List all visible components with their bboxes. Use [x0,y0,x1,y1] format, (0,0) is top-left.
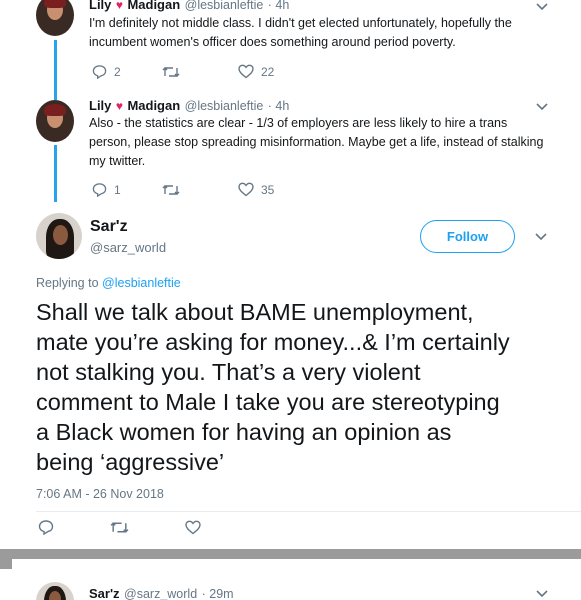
retweet-button[interactable] [110,520,185,535]
retweet-button[interactable] [162,183,238,197]
rose-icon: ♥ [115,99,123,113]
like-button[interactable]: 35 [238,182,274,197]
tweet-text-line: being ‘aggressive’ [36,449,225,475]
heart-icon [238,64,254,79]
like-button[interactable]: 22 [238,64,274,79]
tweet-1-text: I'm definitely not middle class. I didn'… [89,14,569,52]
retweet-icon [110,521,129,533]
chevron-down-icon[interactable] [535,587,549,600]
author-name-second[interactable]: Madigan [127,98,180,113]
reply-button[interactable]: 1 [92,182,162,197]
main-tweet-text: Shall we talk about BAME unemployment, m… [36,297,576,477]
tweet-text-line: I'm definitely not middle class. I didn'… [89,16,512,30]
replying-prefix: Replying to [36,276,99,290]
retweet-button[interactable] [162,65,238,79]
replying-to-link[interactable]: @lesbianleftie [102,276,181,290]
avatar-lily-2[interactable] [36,100,74,142]
chevron-down-icon[interactable] [534,230,548,244]
tweet-time[interactable]: · 4h [268,99,290,113]
heart-icon [238,182,254,197]
tweet-2-header: Lily ♥ Madigan @lesbianleftie · 4h [89,97,289,115]
main-author-name[interactable]: Sar'z [90,218,128,236]
tweet-text-line: my twitter. [89,154,146,168]
thread-line-1 [54,40,57,100]
reply-button[interactable]: 2 [92,64,162,79]
divider [36,511,581,512]
author-handle[interactable]: @lesbianleftie [185,99,264,113]
author-handle[interactable]: @lesbianleftie [185,0,264,12]
like-button[interactable] [185,520,201,535]
replying-to: Replying to @lesbianleftie [36,276,181,290]
tweet-text-line: comment to Male I take you are stereotyp… [36,389,500,415]
author-handle[interactable]: @sarz_world [124,587,197,600]
chevron-down-icon[interactable] [535,100,549,114]
section-separator [0,549,581,569]
tweet-text-line: Also - the statistics are clear - 1/3 of… [89,116,508,130]
heart-icon [185,520,201,534]
tweet-text-line: a Black women for having an opinion as [36,419,452,445]
tweet-text-line: mate you’re asking for money...& I’m cer… [36,329,510,355]
like-count: 35 [261,182,275,197]
author-name[interactable]: Lily [89,0,111,12]
tweet-text-line: Shall we talk about BAME unemployment, [36,299,474,325]
tweet-1-header: Lily ♥ Madigan @lesbianleftie · 4h [89,0,289,14]
tweet-text-line: incumbent women's officer does something… [89,35,456,49]
tweet-1-actions: 2 22 [92,64,274,79]
reply-icon [92,183,107,197]
avatar-sarz-next[interactable] [36,582,74,600]
chevron-down-icon[interactable] [535,0,549,14]
tweet-timestamp[interactable]: 7:06 AM - 26 Nov 2018 [36,487,164,501]
main-author-handle[interactable]: @sarz_world [90,240,166,255]
tweet-text-line: not stalking you. That’s a very violent [36,359,421,385]
like-count: 22 [261,64,275,79]
thread-line-2 [54,145,57,202]
tweet-2-text: Also - the statistics are clear - 1/3 of… [89,114,574,171]
reply-count: 2 [114,64,121,79]
tweet-2-actions: 1 35 [92,182,274,197]
tweet-time[interactable]: · 4h [268,0,290,12]
author-name[interactable]: Lily [89,98,111,113]
reply-icon [92,65,107,79]
main-tweet-actions [38,519,201,535]
reply-count: 1 [114,182,121,197]
next-tweet-header: Sar'z @sarz_world · 29m [89,585,234,600]
follow-button[interactable]: Follow [420,220,515,253]
reply-icon [38,520,54,535]
retweet-icon [162,66,180,77]
tweet-text-line: person, please stop spreading misinforma… [89,135,544,149]
author-name-second[interactable]: Madigan [127,0,180,12]
author-name[interactable]: Sar'z [89,586,120,600]
tweet-time[interactable]: · 29m [202,587,234,600]
avatar-sarz[interactable] [36,213,82,259]
separator-inner [12,559,581,569]
avatar-lily-1[interactable] [36,0,74,36]
reply-button[interactable] [38,519,110,535]
retweet-icon [162,184,180,195]
rose-icon: ♥ [115,0,123,12]
